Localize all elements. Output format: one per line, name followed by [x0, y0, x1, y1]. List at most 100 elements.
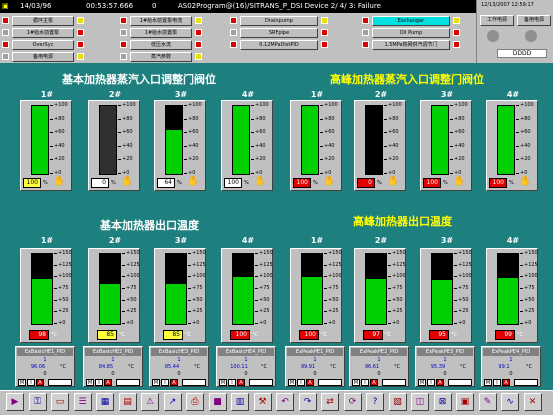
- pid-mode-button[interactable]: I: [427, 379, 435, 386]
- toolbar-button[interactable]: Exchanger: [372, 16, 450, 26]
- tick-label: +25: [458, 308, 469, 315]
- pid-mode-button[interactable]: A: [170, 379, 178, 386]
- work-power-button[interactable]: 工作电源: [480, 15, 514, 26]
- temp-bar: [497, 253, 519, 325]
- valve-value: 100: [23, 178, 41, 188]
- pid-mode-button[interactable]: M: [219, 379, 227, 386]
- pid-card[interactable]: ExPeakPE3_PID 1 95.39 °C 0 M I A: [415, 346, 475, 387]
- window-icon[interactable]: ▭: [51, 393, 69, 411]
- valve-value: 100: [489, 178, 507, 188]
- pid-mode-button[interactable]: I: [228, 379, 236, 386]
- pid-card[interactable]: ExBasicHE1_PID 1 96.06 °C 0 M I A: [15, 346, 75, 387]
- tick-label: +150: [192, 250, 206, 256]
- pid-card[interactable]: ExPeakPE1_PID 1 99.91 °C 0 M I A: [285, 346, 345, 387]
- tools-icon[interactable]: ⚒: [253, 393, 272, 411]
- pid-mode-button[interactable]: I: [95, 379, 103, 386]
- key-icon[interactable]: ⚿: [28, 393, 47, 411]
- pid-mode-button[interactable]: M: [18, 379, 26, 386]
- toolbar-button[interactable]: 低压水流: [130, 40, 192, 50]
- hand-icon[interactable]: ✋: [323, 176, 335, 187]
- tick-mark: [184, 132, 187, 134]
- toolbar-button[interactable]: 备用电源: [12, 52, 74, 62]
- toolbar-button[interactable]: Drainpump: [240, 16, 318, 26]
- pid-card[interactable]: ExPeakPE2_PID 1 96.61 °C 0 M I A: [349, 346, 409, 387]
- pid-mode-button[interactable]: A: [104, 379, 112, 386]
- pid-mode-button[interactable]: I: [297, 379, 305, 386]
- pid-mode-button[interactable]: A: [36, 379, 44, 386]
- forward-icon[interactable]: ↷: [298, 393, 317, 411]
- chart-icon[interactable]: ▧: [388, 393, 407, 411]
- play-icon[interactable]: ▶: [6, 393, 24, 411]
- status-lamp: [2, 29, 9, 36]
- pid-mode-button[interactable]: A: [502, 379, 510, 386]
- pid-card[interactable]: ExPeakPE4_PID 1 99.1 °C 0 M I A: [481, 346, 541, 387]
- print-icon[interactable]: ⎙: [186, 393, 204, 411]
- toolbar-button[interactable]: 1#给水前置泵: [130, 28, 192, 38]
- pid-output-bar: [382, 379, 406, 386]
- toolbar-button[interactable]: 1.5MPa热网供汽调节门: [372, 40, 450, 50]
- toolbar-button[interactable]: 1#给水前置泵: [12, 28, 74, 38]
- tick-label: +0: [458, 320, 466, 326]
- tick-label: +40: [388, 142, 399, 149]
- pid-mode-button[interactable]: A: [237, 379, 245, 386]
- document-icon[interactable]: ▤: [118, 393, 137, 411]
- hand-icon[interactable]: ✋: [387, 176, 399, 187]
- pid-mode-button[interactable]: A: [436, 379, 444, 386]
- back-icon[interactable]: ↶: [276, 393, 294, 411]
- hand-icon[interactable]: ✋: [187, 176, 199, 187]
- pid-card[interactable]: ExBasicHE3_PID 1 85.44 °C 0 M I A: [149, 346, 209, 387]
- pid-mode-button[interactable]: A: [370, 379, 378, 386]
- pid-card[interactable]: ExBasicHE4_PID 1 100.11 °C 0 M I A: [216, 346, 276, 387]
- hand-icon[interactable]: ✋: [121, 176, 133, 187]
- unit-label: %: [43, 180, 48, 186]
- backup-power-button[interactable]: 备用电源: [517, 15, 551, 26]
- bitmap-icon[interactable]: ▣: [456, 393, 474, 411]
- tick-label: +75: [192, 285, 203, 291]
- pid-mode-button[interactable]: M: [86, 379, 94, 386]
- valve-gauge-label: 2#: [108, 90, 122, 99]
- toolbar-button[interactable]: OverSyc: [12, 40, 74, 50]
- tick-mark: [388, 264, 391, 266]
- refresh-icon[interactable]: ⟳: [343, 393, 362, 411]
- help-icon[interactable]: ?: [366, 393, 384, 411]
- tick-mark: [122, 253, 125, 254]
- alarm-icon[interactable]: ⚠: [141, 393, 159, 411]
- toolbar-button[interactable]: Oil Pump: [372, 28, 450, 38]
- hand-icon[interactable]: ✋: [254, 176, 266, 187]
- hand-icon[interactable]: ✋: [453, 176, 465, 187]
- grid-icon[interactable]: ▦: [96, 393, 114, 411]
- toolbar-button[interactable]: 蒸汽参数: [130, 52, 192, 62]
- pid-card[interactable]: ExBasicHE2_PID 1 84.85 °C 0 M I A: [83, 346, 143, 387]
- pid-mode-button[interactable]: I: [161, 379, 169, 386]
- close-icon[interactable]: ✕: [523, 393, 542, 411]
- dialog-icon[interactable]: ◫: [411, 393, 429, 411]
- pid-mode-button[interactable]: M: [418, 379, 426, 386]
- stop-icon[interactable]: ■: [208, 393, 227, 411]
- toolbar-button[interactable]: 循环主泵: [12, 16, 74, 26]
- pid-mode-button[interactable]: I: [361, 379, 369, 386]
- exit-icon[interactable]: ⊠: [433, 393, 452, 411]
- pid-mode-button[interactable]: A: [306, 379, 314, 386]
- toolbar-button[interactable]: 0.12MPaDistPID: [240, 40, 318, 50]
- toolbar-button[interactable]: 1#给水前置泵电流: [130, 16, 192, 26]
- trend-icon[interactable]: ↗: [163, 393, 182, 411]
- tick-label: +50: [458, 296, 469, 303]
- pid-output-bar: [182, 379, 206, 386]
- report-icon[interactable]: ▥: [231, 393, 249, 411]
- pid-mode-button[interactable]: M: [484, 379, 492, 386]
- list-icon[interactable]: ☰: [73, 393, 92, 411]
- pid-mode-button[interactable]: I: [27, 379, 35, 386]
- graph-icon[interactable]: ∿: [501, 393, 519, 411]
- tick-label: +40: [188, 142, 199, 149]
- toolbar-button[interactable]: SRFpipe: [240, 28, 318, 38]
- hand-icon[interactable]: ✋: [53, 176, 65, 187]
- swap-icon[interactable]: ⇄: [321, 393, 339, 411]
- hand-icon[interactable]: ✋: [519, 176, 531, 187]
- pid-mode-button[interactable]: M: [352, 379, 360, 386]
- tick-mark: [324, 264, 327, 266]
- pid-mode-button[interactable]: M: [152, 379, 160, 386]
- tick-mark: [122, 288, 125, 289]
- pid-mode-button[interactable]: M: [288, 379, 296, 386]
- pen-icon[interactable]: ✎: [478, 393, 497, 411]
- pid-mode-button[interactable]: I: [493, 379, 501, 386]
